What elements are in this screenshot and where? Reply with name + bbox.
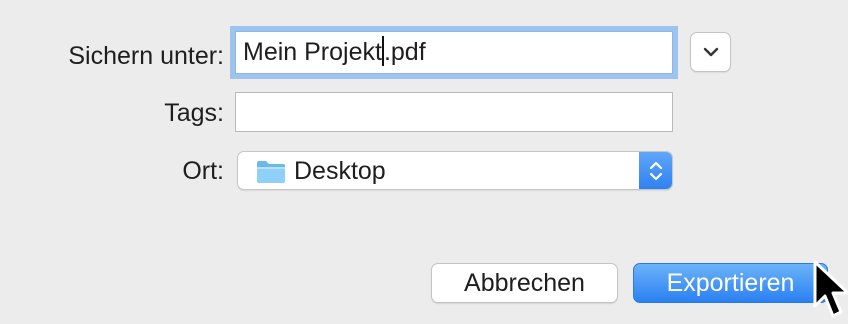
location-popup-button[interactable]: Desktop bbox=[237, 151, 673, 190]
chevron-down-icon bbox=[703, 47, 718, 57]
up-down-arrows-icon bbox=[649, 161, 662, 180]
export-button[interactable]: Exportieren bbox=[633, 263, 828, 303]
cancel-button[interactable]: Abbrechen bbox=[431, 263, 618, 303]
mouse-pointer-icon bbox=[813, 260, 848, 318]
filename-text-after-caret: .pdf bbox=[383, 38, 426, 66]
save-as-label: Sichern unter: bbox=[68, 42, 224, 70]
expand-dialog-button[interactable] bbox=[690, 32, 731, 72]
folder-icon bbox=[257, 161, 285, 183]
location-value: Desktop bbox=[294, 157, 386, 185]
location-label: Ort: bbox=[182, 157, 224, 185]
filename-text-before-caret: Mein Projekt bbox=[243, 38, 382, 66]
tags-input[interactable] bbox=[235, 92, 673, 132]
tags-label: Tags: bbox=[164, 99, 224, 127]
location-stepper[interactable] bbox=[639, 152, 672, 189]
filename-input[interactable]: Mein Projekt.pdf bbox=[235, 31, 673, 74]
